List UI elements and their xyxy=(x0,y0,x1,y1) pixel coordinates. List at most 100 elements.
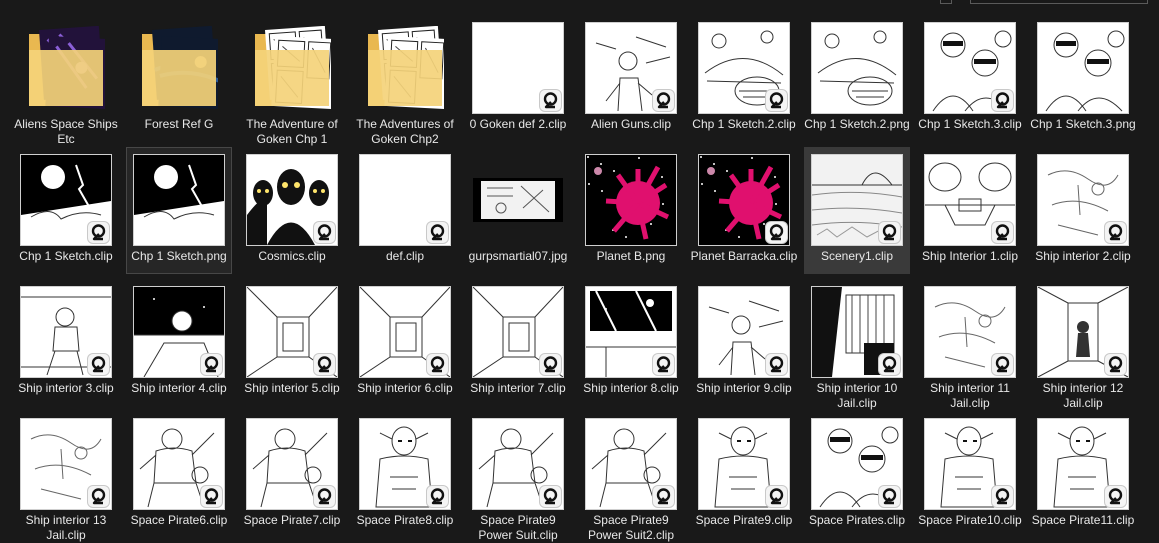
thumbnail-image xyxy=(811,418,903,510)
thumbnail xyxy=(244,152,340,248)
thumbnail xyxy=(244,20,340,116)
file-item-space-pirate7-clip[interactable]: Space Pirate7.clip xyxy=(239,411,345,538)
file-item-space-pirate11-clip[interactable]: Space Pirate11.clip xyxy=(1030,411,1136,538)
thumbnail xyxy=(696,284,792,380)
thumbnail xyxy=(809,152,905,248)
folder-item-aliens-space-ships-etc[interactable]: Aliens Space Ships Etc xyxy=(13,15,119,146)
thumbnail xyxy=(131,284,227,380)
file-name-label: Space Pirate10.clip xyxy=(918,513,1022,527)
clip-studio-icon xyxy=(201,486,222,507)
file-item-space-pirate9-power-suit-clip[interactable]: Space Pirate9 Power Suit.clip xyxy=(465,411,571,542)
thumbnail-image xyxy=(1037,418,1129,510)
file-item-space-pirate9-power-suit2-clip[interactable]: Space Pirate9 Power Suit2.clip xyxy=(578,411,684,542)
clip-studio-icon xyxy=(1105,486,1126,507)
thumbnail-image xyxy=(1037,286,1129,378)
file-item-ship-interior-8-clip[interactable]: Ship interior 8.clip xyxy=(578,279,684,406)
clip-studio-icon xyxy=(879,354,900,375)
thumbnail xyxy=(583,20,679,116)
file-name-label: Ship interior 12 Jail.clip xyxy=(1042,381,1124,410)
thumbnail-image xyxy=(20,286,112,378)
file-item-chp-1-sketch-clip[interactable]: Chp 1 Sketch.clip xyxy=(13,147,119,274)
file-item-ship-interior-3-clip[interactable]: Ship interior 3.clip xyxy=(13,279,119,406)
file-item-def-clip[interactable]: def.clip xyxy=(352,147,458,274)
thumbnail-image xyxy=(472,22,564,114)
thumbnail xyxy=(1035,152,1131,248)
file-item-ship-interior-10-jail-clip[interactable]: Ship interior 10 Jail.clip xyxy=(804,279,910,410)
file-item-ship-interior-7-clip[interactable]: Ship interior 7.clip xyxy=(465,279,571,406)
clip-studio-icon xyxy=(766,486,787,507)
file-item-space-pirate9-clip[interactable]: Space Pirate9.clip xyxy=(691,411,797,538)
thumbnail xyxy=(357,152,453,248)
thumbnail-image xyxy=(924,286,1016,378)
thumbnail-image xyxy=(246,286,338,378)
file-item-space-pirate6-clip[interactable]: Space Pirate6.clip xyxy=(126,411,232,538)
file-name-label: Ship interior 10 Jail.clip xyxy=(816,381,898,410)
file-name-label: Ship interior 8.clip xyxy=(583,381,679,395)
thumbnail-image xyxy=(698,22,790,114)
thumbnail xyxy=(244,284,340,380)
file-item-gurpsmartial07-jpg[interactable]: gurpsmartial07.jpg xyxy=(465,147,571,274)
file-item-space-pirate10-clip[interactable]: Space Pirate10.clip xyxy=(917,411,1023,538)
thumbnail-image xyxy=(585,154,677,246)
clip-studio-icon xyxy=(88,354,109,375)
file-name-label: Space Pirates.clip xyxy=(808,513,906,527)
file-item-planet-b-png[interactable]: Planet B.png xyxy=(578,147,684,274)
thumbnail-image xyxy=(698,418,790,510)
thumbnail xyxy=(809,416,905,512)
file-item-planet-barracka-clip[interactable]: Planet Barracka.clip xyxy=(691,147,797,274)
file-item-chp-1-sketch-3-clip[interactable]: Chp 1 Sketch.3.clip xyxy=(917,15,1023,142)
folder-item-the-adventures-of-goken-chp2[interactable]: The Adventures of Goken Chp2 xyxy=(352,15,458,146)
file-item-ship-interior-11-jail-clip[interactable]: Ship interior 11 Jail.clip xyxy=(917,279,1023,410)
search-box-edge[interactable] xyxy=(970,0,1148,4)
clip-studio-icon xyxy=(992,222,1013,243)
thumbnail-image xyxy=(1037,22,1129,114)
file-name-label: Planet B.png xyxy=(596,249,666,263)
thumbnail xyxy=(809,284,905,380)
folder-item-forest-ref-g[interactable]: Forest Ref G xyxy=(126,15,232,142)
file-item-ship-interior-5-clip[interactable]: Ship interior 5.clip xyxy=(239,279,345,406)
file-name-label: Space Pirate7.clip xyxy=(243,513,341,527)
file-item-scenery1-clip[interactable]: Scenery1.clip xyxy=(804,147,910,274)
thumbnail xyxy=(922,284,1018,380)
file-item-alien-guns-clip[interactable]: Alien Guns.clip xyxy=(578,15,684,142)
file-name-label: Scenery1.clip xyxy=(820,249,894,263)
thumbnail xyxy=(583,284,679,380)
file-item-chp-1-sketch-2-clip[interactable]: Chp 1 Sketch.2.clip xyxy=(691,15,797,142)
file-item-ship-interior-6-clip[interactable]: Ship interior 6.clip xyxy=(352,279,458,406)
thumbnail-image xyxy=(359,286,451,378)
file-item-chp-1-sketch-2-png[interactable]: Chp 1 Sketch.2.png xyxy=(804,15,910,142)
file-item-ship-interior-12-jail-clip[interactable]: Ship interior 12 Jail.clip xyxy=(1030,279,1136,410)
file-item-ship-interior-2-clip[interactable]: Ship interior 2.clip xyxy=(1030,147,1136,274)
thumbnail-image xyxy=(811,22,903,114)
file-name-label: The Adventure of Goken Chp 1 xyxy=(246,117,338,146)
file-item-space-pirate8-clip[interactable]: Space Pirate8.clip xyxy=(352,411,458,538)
file-item-ship-interior-1-clip[interactable]: Ship Interior 1.clip xyxy=(917,147,1023,274)
file-name-label: Chp 1 Sketch.2.png xyxy=(804,117,910,131)
file-item-ship-interior-4-clip[interactable]: Ship interior 4.clip xyxy=(126,279,232,406)
file-item-ship-interior-13-jail-clip[interactable]: Ship interior 13 Jail.clip xyxy=(13,411,119,542)
file-item-space-pirates-clip[interactable]: Space Pirates.clip xyxy=(804,411,910,538)
thumbnail-image xyxy=(246,154,338,246)
file-name-label: Ship interior 11 Jail.clip xyxy=(930,381,1010,410)
file-item-chp-1-sketch-png[interactable]: Chp 1 Sketch.png xyxy=(126,147,232,274)
file-item-ship-interior-9-clip[interactable]: Ship interior 9.clip xyxy=(691,279,797,406)
clip-studio-icon xyxy=(427,486,448,507)
clip-studio-icon xyxy=(766,222,787,243)
file-item-0-goken-def-2-clip[interactable]: 0 Goken def 2.clip xyxy=(465,15,571,142)
thumbnail-image xyxy=(811,286,903,378)
clip-studio-icon xyxy=(201,354,222,375)
thumbnail xyxy=(357,284,453,380)
file-item-cosmics-clip[interactable]: Cosmics.clip xyxy=(239,147,345,274)
folder-item-the-adventure-of-goken-chp-1[interactable]: The Adventure of Goken Chp 1 xyxy=(239,15,345,146)
file-name-label: Ship interior 5.clip xyxy=(244,381,340,395)
file-item-chp-1-sketch-3-png[interactable]: Chp 1 Sketch.3.png xyxy=(1030,15,1136,142)
folder-icon xyxy=(27,25,109,110)
clip-studio-icon xyxy=(540,90,561,111)
thumbnail-image xyxy=(359,418,451,510)
file-name-label: Ship interior 7.clip xyxy=(470,381,566,395)
thumbnail-image xyxy=(924,22,1016,114)
clip-studio-icon xyxy=(1105,222,1126,243)
thumbnail xyxy=(1035,284,1131,380)
thumbnail-image xyxy=(585,22,677,114)
clip-studio-icon xyxy=(766,90,787,111)
